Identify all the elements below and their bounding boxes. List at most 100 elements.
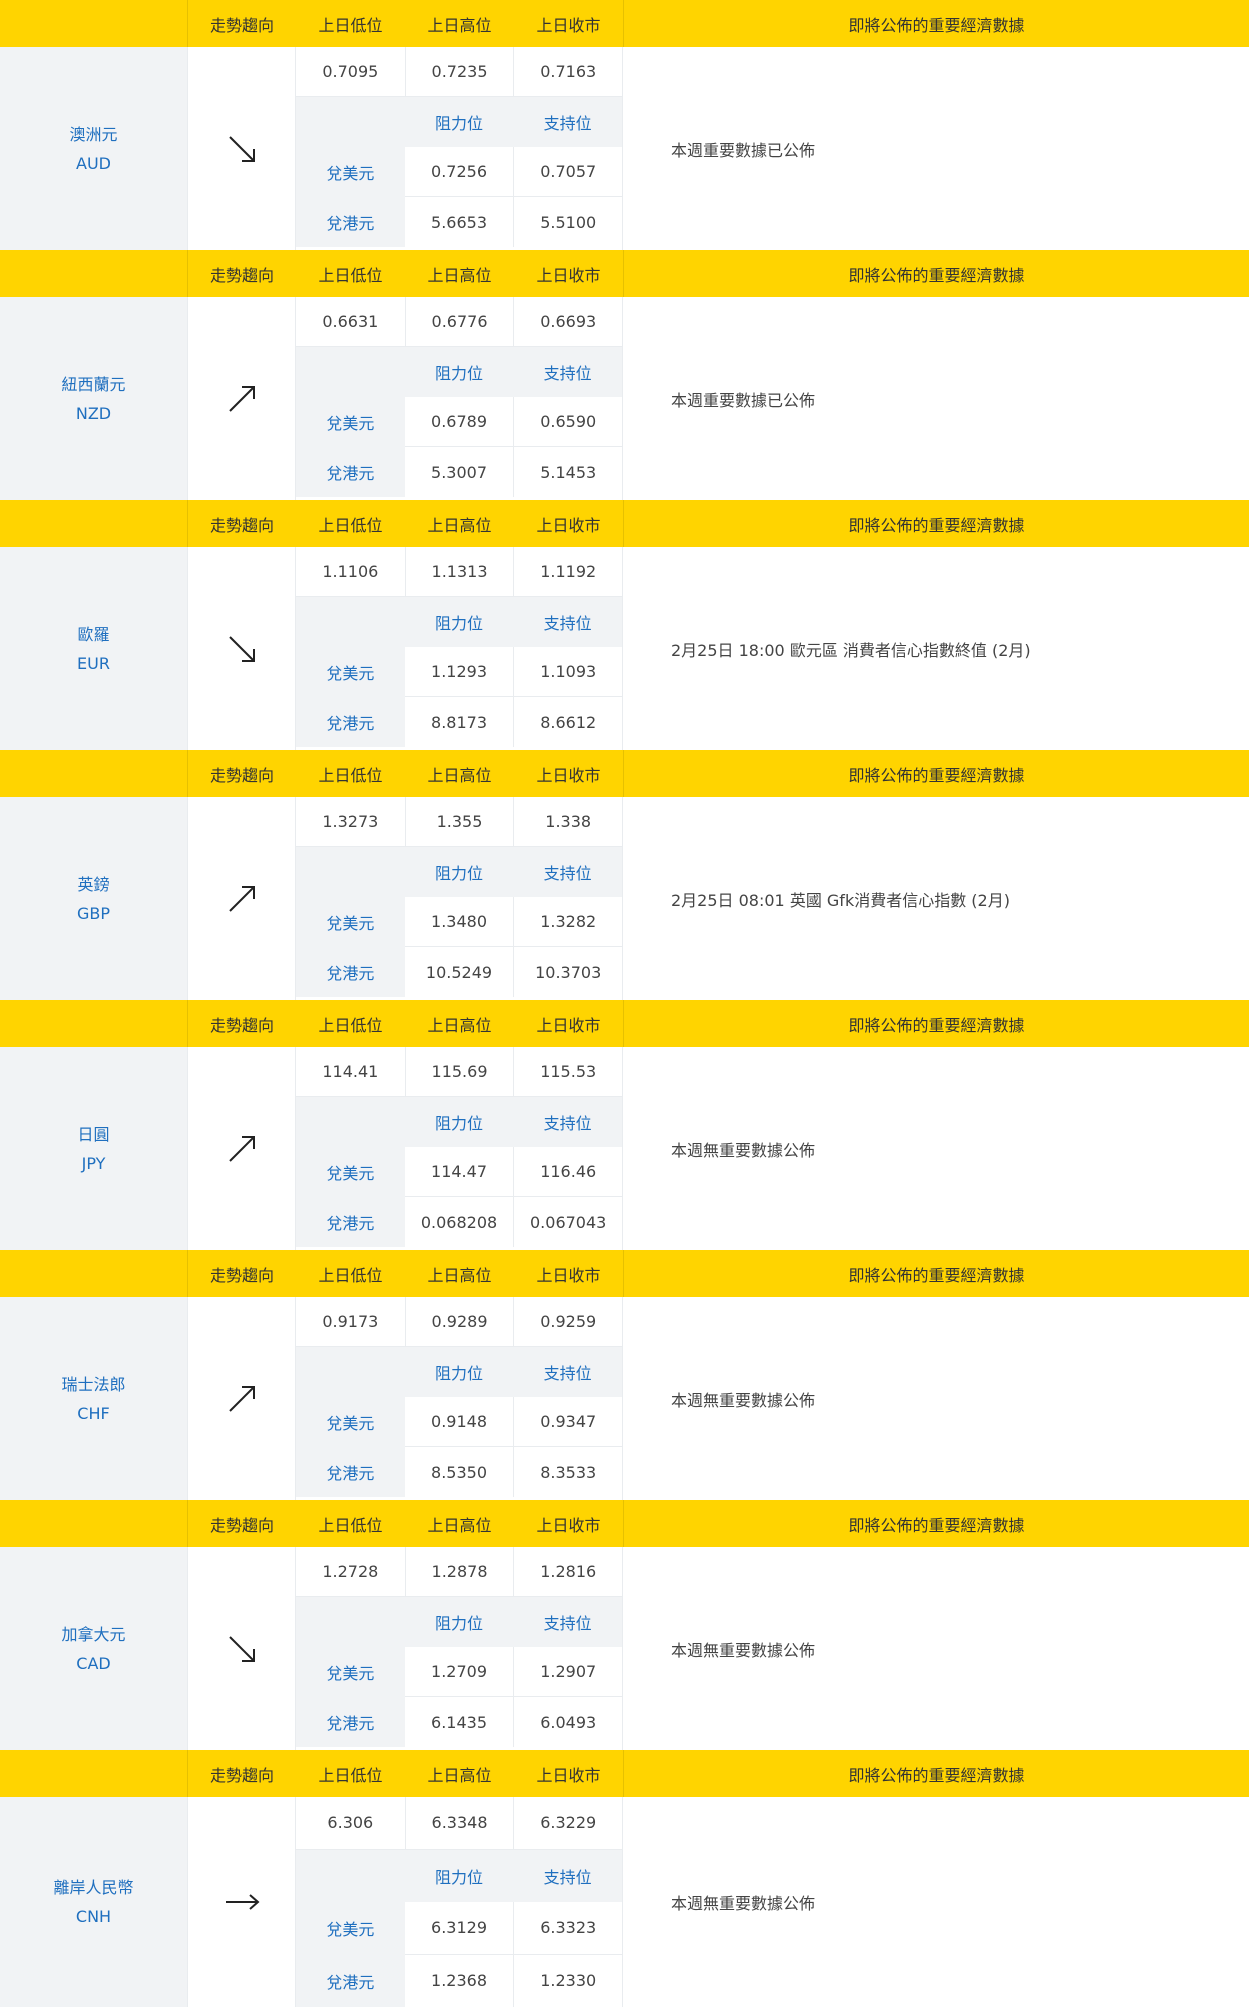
usd-resistance-value: 0.6789	[404, 397, 514, 447]
table-row: 歐羅 EUR 1.1106 1.1313 1.1192 阻力位 支持位 兌美元	[0, 547, 1249, 750]
currency-name-cell[interactable]: 英鎊 GBP	[0, 797, 187, 1000]
usd-resistance-value: 1.2709	[404, 1647, 514, 1697]
usd-label: 兌美元	[296, 1147, 405, 1197]
currency-code[interactable]: NZD	[76, 399, 111, 428]
news-cell: 2月25日 18:00 歐元區 消費者信心指數終值 (2月)	[623, 547, 1249, 750]
header-trend: 走勢趨向	[187, 1000, 296, 1047]
prev-low-value: 1.2728	[296, 1547, 405, 1597]
news-cell: 本週無重要數據公佈	[623, 1047, 1249, 1250]
currency-name-cell[interactable]: 歐羅 EUR	[0, 547, 187, 750]
header-prev-low: 上日低位	[318, 265, 383, 285]
currency-name[interactable]: 瑞士法郎	[61, 1370, 125, 1399]
usd-support-value: 1.3282	[513, 897, 623, 947]
table-header: 走勢趨向 上日低位 上日高位 上日收市 即將公佈的重要經濟數據	[0, 1000, 1249, 1047]
usd-support-value: 6.3323	[513, 1902, 623, 1955]
currency-code[interactable]: JPY	[82, 1149, 106, 1178]
prev-low-value: 1.1106	[296, 547, 405, 597]
currency-section: 走勢趨向 上日低位 上日高位 上日收市 即將公佈的重要經濟數據 離岸人民幣 CN…	[0, 1750, 1249, 2007]
rate-grid: 1.3273 1.355 1.338 阻力位 支持位 兌美元 1.3480 1.…	[296, 797, 623, 1000]
header-blank	[0, 0, 187, 47]
hkd-support-value: 10.3703	[513, 947, 622, 997]
table-header: 走勢趨向 上日低位 上日高位 上日收市 即將公佈的重要經濟數據	[0, 750, 1249, 797]
prev-low-value: 0.9173	[296, 1297, 405, 1347]
news-text: 本週無重要數據公佈	[671, 1894, 816, 1913]
currency-name[interactable]: 歐羅	[77, 620, 109, 649]
header-prev-low: 上日低位	[318, 765, 383, 785]
prev-close-value: 1.1192	[513, 547, 623, 597]
currency-code[interactable]: CAD	[76, 1649, 110, 1678]
header-prev-close: 上日收市	[536, 1265, 601, 1285]
news-cell: 2月25日 08:01 英國 Gfk消費者信心指數 (2月)	[623, 797, 1249, 1000]
currency-section: 走勢趨向 上日低位 上日高位 上日收市 即將公佈的重要經濟數據 英鎊 GBP 1…	[0, 750, 1249, 1000]
currency-name[interactable]: 加拿大元	[61, 1620, 125, 1649]
header-prev-high: 上日高位	[427, 15, 492, 35]
resistance-header: 阻力位	[404, 847, 514, 897]
prev-low-value: 114.41	[296, 1047, 405, 1097]
grid-blank	[296, 97, 405, 147]
currency-board: 走勢趨向 上日低位 上日高位 上日收市 即將公佈的重要經濟數據 澳洲元 AUD …	[0, 0, 1249, 2007]
news-text: 本週無重要數據公佈	[671, 1640, 816, 1660]
header-news: 即將公佈的重要經濟數據	[623, 1000, 1249, 1047]
grid-blank	[296, 1597, 405, 1647]
header-blank	[0, 1250, 187, 1297]
down-right-arrow-icon	[228, 1635, 255, 1662]
prev-high-value: 0.6776	[404, 297, 514, 347]
grid-blank	[296, 847, 405, 897]
trend-cell	[187, 547, 296, 750]
header-prev-low: 上日低位	[318, 1015, 383, 1035]
currency-section: 走勢趨向 上日低位 上日高位 上日收市 即將公佈的重要經濟數據 加拿大元 CAD…	[0, 1500, 1249, 1750]
grid-blank	[296, 1097, 405, 1147]
support-header: 支持位	[513, 1097, 623, 1147]
hkd-label: 兌港元	[296, 1697, 405, 1747]
usd-resistance-value: 1.1293	[404, 647, 514, 697]
currency-name[interactable]: 紐西蘭元	[61, 370, 125, 399]
currency-code[interactable]: GBP	[77, 899, 110, 928]
hkd-label: 兌港元	[296, 697, 405, 747]
resistance-header: 阻力位	[404, 597, 514, 647]
currency-name-cell[interactable]: 紐西蘭元 NZD	[0, 297, 187, 500]
table-header: 走勢趨向 上日低位 上日高位 上日收市 即將公佈的重要經濟數據	[0, 1750, 1249, 1797]
header-prev-close: 上日收市	[536, 1765, 601, 1785]
currency-name[interactable]: 離岸人民幣	[53, 1873, 133, 1902]
prev-close-value: 6.3229	[513, 1797, 623, 1850]
header-prev-low: 上日低位	[318, 15, 383, 35]
hkd-resistance-value: 5.6653	[431, 212, 487, 232]
currency-section: 走勢趨向 上日低位 上日高位 上日收市 即將公佈的重要經濟數據 澳洲元 AUD …	[0, 0, 1249, 250]
currency-code[interactable]: CHF	[77, 1399, 109, 1428]
header-prev-close: 上日收市	[536, 15, 601, 35]
header-blank	[0, 1000, 187, 1047]
rate-grid: 0.6631 0.6776 0.6693 阻力位 支持位 兌美元 0.6789 …	[296, 297, 623, 500]
usd-resistance-value: 6.3129	[404, 1902, 514, 1955]
hkd-support-value: 8.3533	[513, 1447, 622, 1497]
up-right-arrow-icon	[228, 385, 255, 412]
currency-code[interactable]: EUR	[77, 649, 110, 678]
currency-name-cell[interactable]: 瑞士法郎 CHF	[0, 1297, 187, 1500]
usd-support-value: 0.9347	[513, 1397, 623, 1447]
support-header: 支持位	[513, 1849, 623, 1902]
up-right-arrow-icon	[228, 885, 255, 912]
currency-name-cell[interactable]: 澳洲元 AUD	[0, 47, 187, 250]
currency-name-cell[interactable]: 加拿大元 CAD	[0, 1547, 187, 1750]
usd-label: 兌美元	[296, 147, 405, 197]
hkd-support-value: 5.5100	[513, 197, 622, 247]
currency-name[interactable]: 日圓	[77, 1120, 109, 1149]
right-arrow-icon	[225, 1894, 260, 1910]
hkd-support-value: 8.6612	[513, 697, 622, 747]
usd-resistance-value: 1.3480	[404, 897, 514, 947]
trend-cell	[187, 297, 296, 500]
header-trend: 走勢趨向	[187, 1500, 296, 1547]
grid-blank	[296, 347, 405, 397]
usd-label: 兌美元	[296, 897, 405, 947]
currency-name[interactable]: 澳洲元	[69, 120, 117, 149]
currency-name[interactable]: 英鎊	[77, 870, 109, 899]
prev-close-value: 115.53	[513, 1047, 623, 1097]
currency-name-cell[interactable]: 離岸人民幣 CNH	[0, 1797, 187, 2007]
usd-resistance-value: 0.7256	[404, 147, 514, 197]
header-prev-close: 上日收市	[536, 765, 601, 785]
table-header: 走勢趨向 上日低位 上日高位 上日收市 即將公佈的重要經濟數據	[0, 1250, 1249, 1297]
currency-code[interactable]: CNH	[76, 1902, 111, 1931]
prev-low-value: 1.3273	[296, 797, 405, 847]
currency-code[interactable]: AUD	[76, 149, 111, 178]
currency-name-cell[interactable]: 日圓 JPY	[0, 1047, 187, 1250]
usd-support-value: 1.1093	[513, 647, 623, 697]
